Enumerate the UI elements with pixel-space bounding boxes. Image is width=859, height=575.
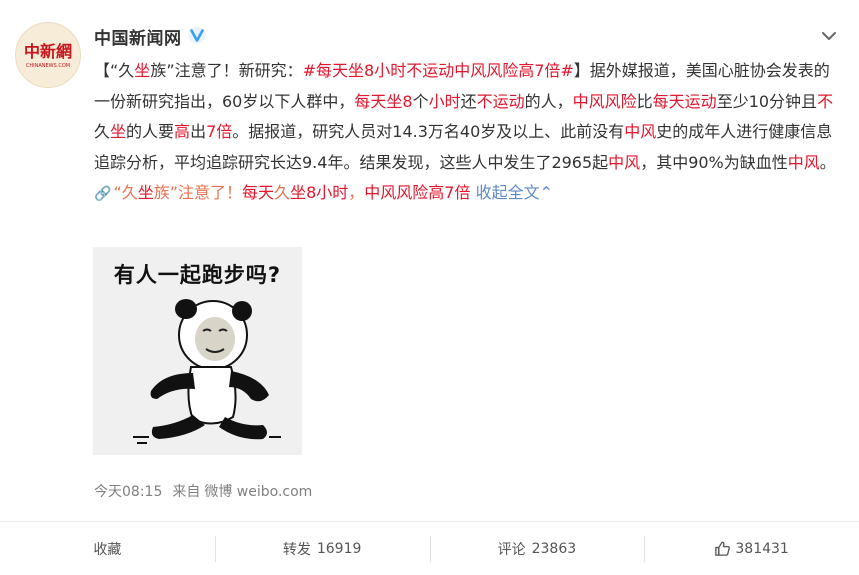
collapse-label: 收起全文 bbox=[475, 183, 540, 202]
highlighted-keyword: 久 bbox=[274, 183, 291, 202]
highlighted-keyword: ， bbox=[348, 183, 365, 202]
highlighted-keyword: 中风 bbox=[624, 122, 657, 141]
source-prefix: 来自 bbox=[172, 484, 201, 500]
like-count: 381431 bbox=[735, 540, 789, 557]
post-text-segment: 比 bbox=[636, 91, 653, 111]
post-text-segment: 的人， bbox=[524, 91, 573, 111]
highlighted-keyword: 中风 bbox=[608, 152, 641, 172]
weibo-post-card: 中新網 CHINANEWS.COM 中国新闻网 【“久坐族”注意了！新研究：#每… bbox=[0, 0, 859, 575]
repost-button[interactable]: 转发 16919 bbox=[214, 522, 430, 575]
highlighted-keyword: 高 bbox=[174, 122, 191, 141]
repost-count: 16919 bbox=[316, 540, 362, 557]
post-meta: 今天08:15 来自 微博 weibo.com bbox=[94, 481, 322, 501]
article-link[interactable]: “久坐族”注意了！每天久坐8小时，中风风险高7倍 bbox=[113, 183, 470, 202]
author-name[interactable]: 中国新闻网 bbox=[94, 24, 182, 49]
post-text-segment: 久 bbox=[94, 122, 111, 141]
post-time[interactable]: 今天08:15 bbox=[94, 484, 162, 500]
thumbs-up-icon bbox=[715, 541, 731, 556]
highlighted-keyword: 每天坐8 bbox=[354, 91, 413, 111]
highlighted-keyword: 不运动 bbox=[476, 91, 525, 111]
highlighted-keyword: 中风风险 bbox=[572, 91, 637, 111]
highlighted-keyword: 中风 bbox=[787, 152, 820, 172]
meme-caption: 有人一起跑步吗? bbox=[113, 263, 282, 287]
comment-count: 23863 bbox=[531, 540, 577, 557]
comment-label: 评论 bbox=[497, 541, 526, 558]
post-text-segment: 个 bbox=[412, 91, 429, 111]
chevron-down-icon[interactable] bbox=[821, 30, 837, 42]
post-body: 【“久坐族”注意了！新研究：#每天坐8小时不运动中风风险高7倍#】据外媒报道，美… bbox=[94, 61, 836, 172]
avatar-logo-text: 中新網 bbox=[24, 42, 72, 61]
author-avatar[interactable]: 中新網 CHINANEWS.COM bbox=[15, 22, 81, 88]
highlighted-keyword: 小时 bbox=[428, 91, 461, 111]
hashtag-link[interactable]: #每天坐8小时不运动中风风险高7倍# bbox=[303, 61, 574, 80]
highlighted-keyword: 坐 bbox=[110, 122, 127, 141]
action-bar: 收藏 转发 16919 评论 23863 381431 bbox=[0, 521, 859, 575]
post-text-segment: 还 bbox=[460, 91, 477, 111]
link-icon: 🔗 bbox=[94, 186, 112, 202]
highlighted-keyword: 坐 bbox=[134, 61, 151, 80]
highlighted-keyword: 族”注意了！ bbox=[153, 183, 243, 202]
avatar-logo-subtext: CHINANEWS.COM bbox=[26, 63, 70, 69]
post-text-segment: 。 bbox=[819, 152, 836, 172]
highlighted-keyword: 每天运动 bbox=[652, 91, 717, 111]
verified-badge-icon bbox=[188, 26, 206, 44]
highlighted-keyword: “久 bbox=[113, 183, 138, 202]
post-source[interactable]: 微博 weibo.com bbox=[204, 484, 312, 500]
comment-button[interactable]: 评论 23863 bbox=[429, 522, 645, 575]
post-text: 【“久坐族”注意了！新研究：#每天坐8小时不运动中风风险高7倍#】据外媒报道，美… bbox=[94, 56, 838, 210]
post-text-segment: ，其中90%为缺血性 bbox=[640, 152, 788, 172]
post-text-segment: 的人要 bbox=[126, 122, 175, 141]
favorite-button[interactable]: 收藏 bbox=[0, 522, 215, 575]
post-image[interactable]: 有人一起跑步吗? bbox=[93, 247, 302, 455]
chinanews-logo: 中新網 CHINANEWS.COM bbox=[24, 42, 72, 69]
repost-label: 转发 bbox=[282, 541, 311, 558]
favorite-label: 收藏 bbox=[93, 541, 122, 558]
post-text-segment: 族”注意了！新研究： bbox=[150, 61, 303, 80]
post-text-segment: 【“久 bbox=[94, 61, 135, 80]
post-text-segment: 至少10分钟且 bbox=[716, 91, 818, 111]
collapse-button[interactable]: 收起全文⌃ bbox=[476, 183, 553, 202]
post-text-segment: 。据报道，研究人员对14.3万名40岁及以上、此前没有 bbox=[232, 122, 625, 141]
highlighted-keyword: 中风风险高7倍 bbox=[364, 183, 471, 202]
highlighted-keyword: 坐8小时 bbox=[290, 183, 349, 202]
highlighted-keyword: 坐 bbox=[137, 183, 154, 202]
panda-meme-illustration bbox=[133, 299, 281, 444]
highlighted-keyword: 不 bbox=[817, 91, 834, 111]
collapse-arrow-icon: ⌃ bbox=[539, 183, 553, 202]
like-button[interactable]: 381431 bbox=[644, 522, 859, 575]
highlighted-keyword: 每天 bbox=[242, 183, 275, 202]
highlighted-keyword: 7倍 bbox=[206, 122, 233, 141]
post-text-segment: 出 bbox=[190, 122, 207, 141]
